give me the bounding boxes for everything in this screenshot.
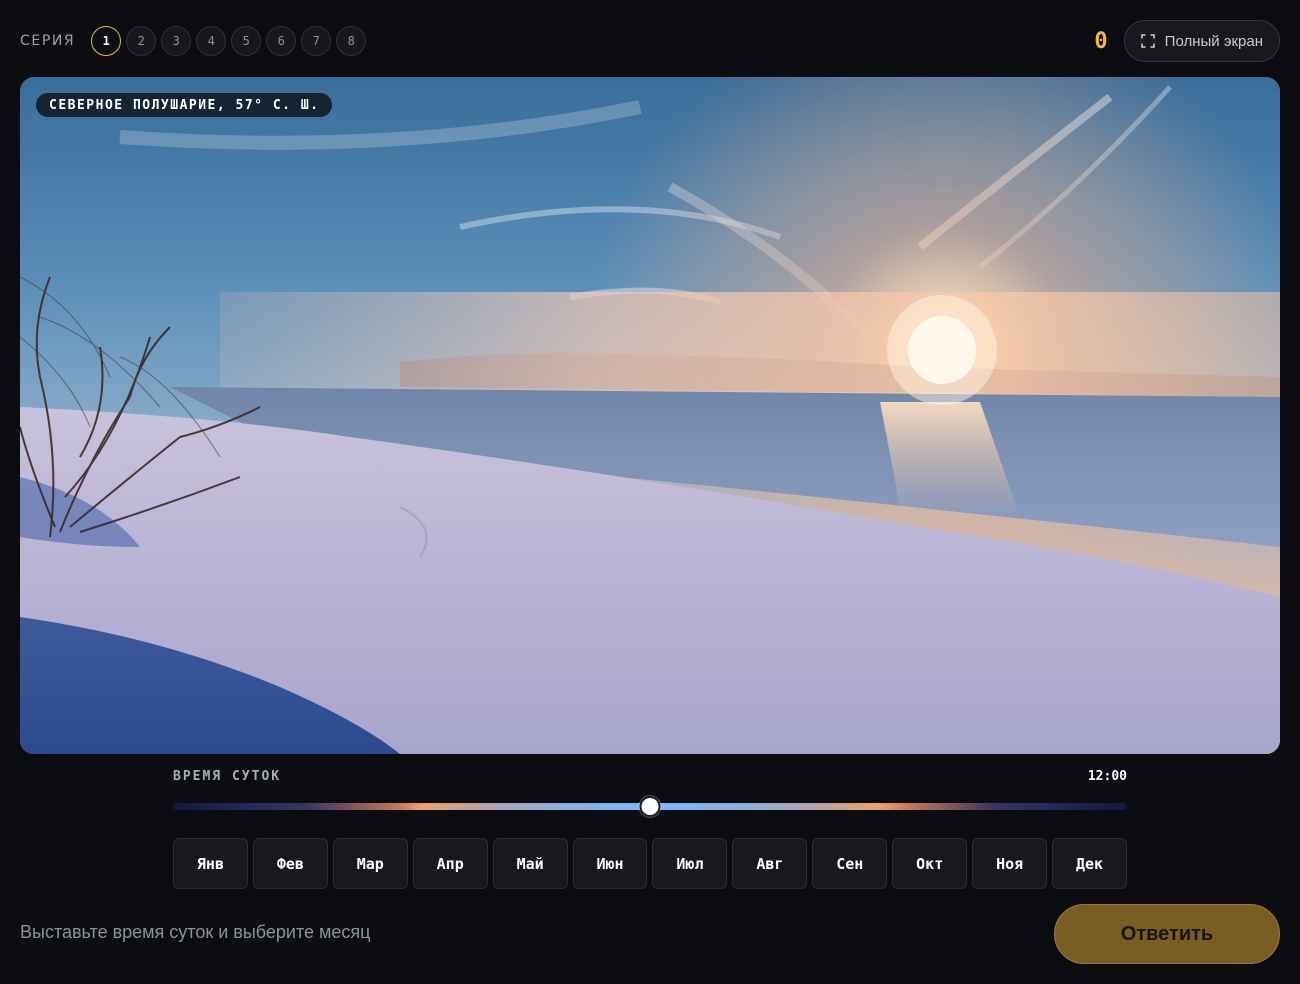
round-button-8[interactable]: 8: [336, 26, 367, 56]
month-button-jun[interactable]: Июн: [572, 838, 648, 889]
month-button-oct[interactable]: Окт: [892, 838, 968, 889]
month-button-apr[interactable]: Апр: [412, 838, 488, 889]
month-button-mar[interactable]: Мар: [332, 838, 408, 889]
time-header: ВРЕМЯ СУТОК 12:00: [173, 766, 1127, 786]
round-selector: 1 2 3 4 5 6 7 8: [91, 26, 367, 56]
round-button-5[interactable]: 5: [231, 26, 262, 56]
month-button-sep[interactable]: Сен: [812, 838, 888, 889]
fullscreen-icon: [1140, 34, 1155, 48]
time-label: ВРЕМЯ СУТОК: [173, 768, 282, 784]
fullscreen-label: Полный экран: [1164, 32, 1263, 50]
time-slider-thumb[interactable]: [639, 796, 661, 817]
month-selector: Янв Фев Мар Апр Май Июн Июл Авг Сен Окт …: [173, 838, 1127, 889]
time-slider[interactable]: [173, 794, 1127, 818]
month-button-jan[interactable]: Янв: [173, 838, 248, 889]
round-button-1[interactable]: 1: [91, 26, 122, 56]
series-label: СЕРИЯ: [20, 33, 76, 49]
instruction-hint: Выставьте время суток и выберите месяц: [20, 922, 371, 942]
score: 0: [1094, 28, 1108, 54]
round-button-7[interactable]: 7: [301, 26, 332, 56]
month-button-may[interactable]: Май: [492, 838, 568, 889]
time-of-day-control: ВРЕМЯ СУТОК 12:00: [173, 766, 1127, 818]
top-bar: СЕРИЯ 1 2 3 4 5 6 7 8 0 Полный экран: [20, 20, 1280, 62]
round-button-6[interactable]: 6: [266, 26, 297, 56]
month-button-dec[interactable]: Дек: [1052, 838, 1127, 889]
round-button-3[interactable]: 3: [161, 26, 192, 56]
month-button-nov[interactable]: Ноя: [972, 838, 1048, 889]
winter-sunrise-image: [20, 77, 1280, 754]
round-button-4[interactable]: 4: [196, 26, 227, 56]
fullscreen-button[interactable]: Полный экран: [1123, 20, 1280, 62]
app: СЕРИЯ 1 2 3 4 5 6 7 8 0 Полный экран СЕВ…: [0, 0, 1300, 984]
round-button-2[interactable]: 2: [126, 26, 157, 56]
month-button-aug[interactable]: Авг: [732, 838, 808, 889]
scene-photo: СЕВЕРНОЕ ПОЛУШАРИЕ, 57° С. Ш.: [20, 77, 1280, 754]
location-chip: СЕВЕРНОЕ ПОЛУШАРИЕ, 57° С. Ш.: [36, 93, 333, 117]
time-value: 12:00: [1087, 768, 1127, 784]
month-button-jul[interactable]: Июл: [652, 838, 728, 889]
month-button-feb[interactable]: Фев: [252, 838, 328, 889]
answer-button[interactable]: Ответить: [1054, 904, 1280, 964]
